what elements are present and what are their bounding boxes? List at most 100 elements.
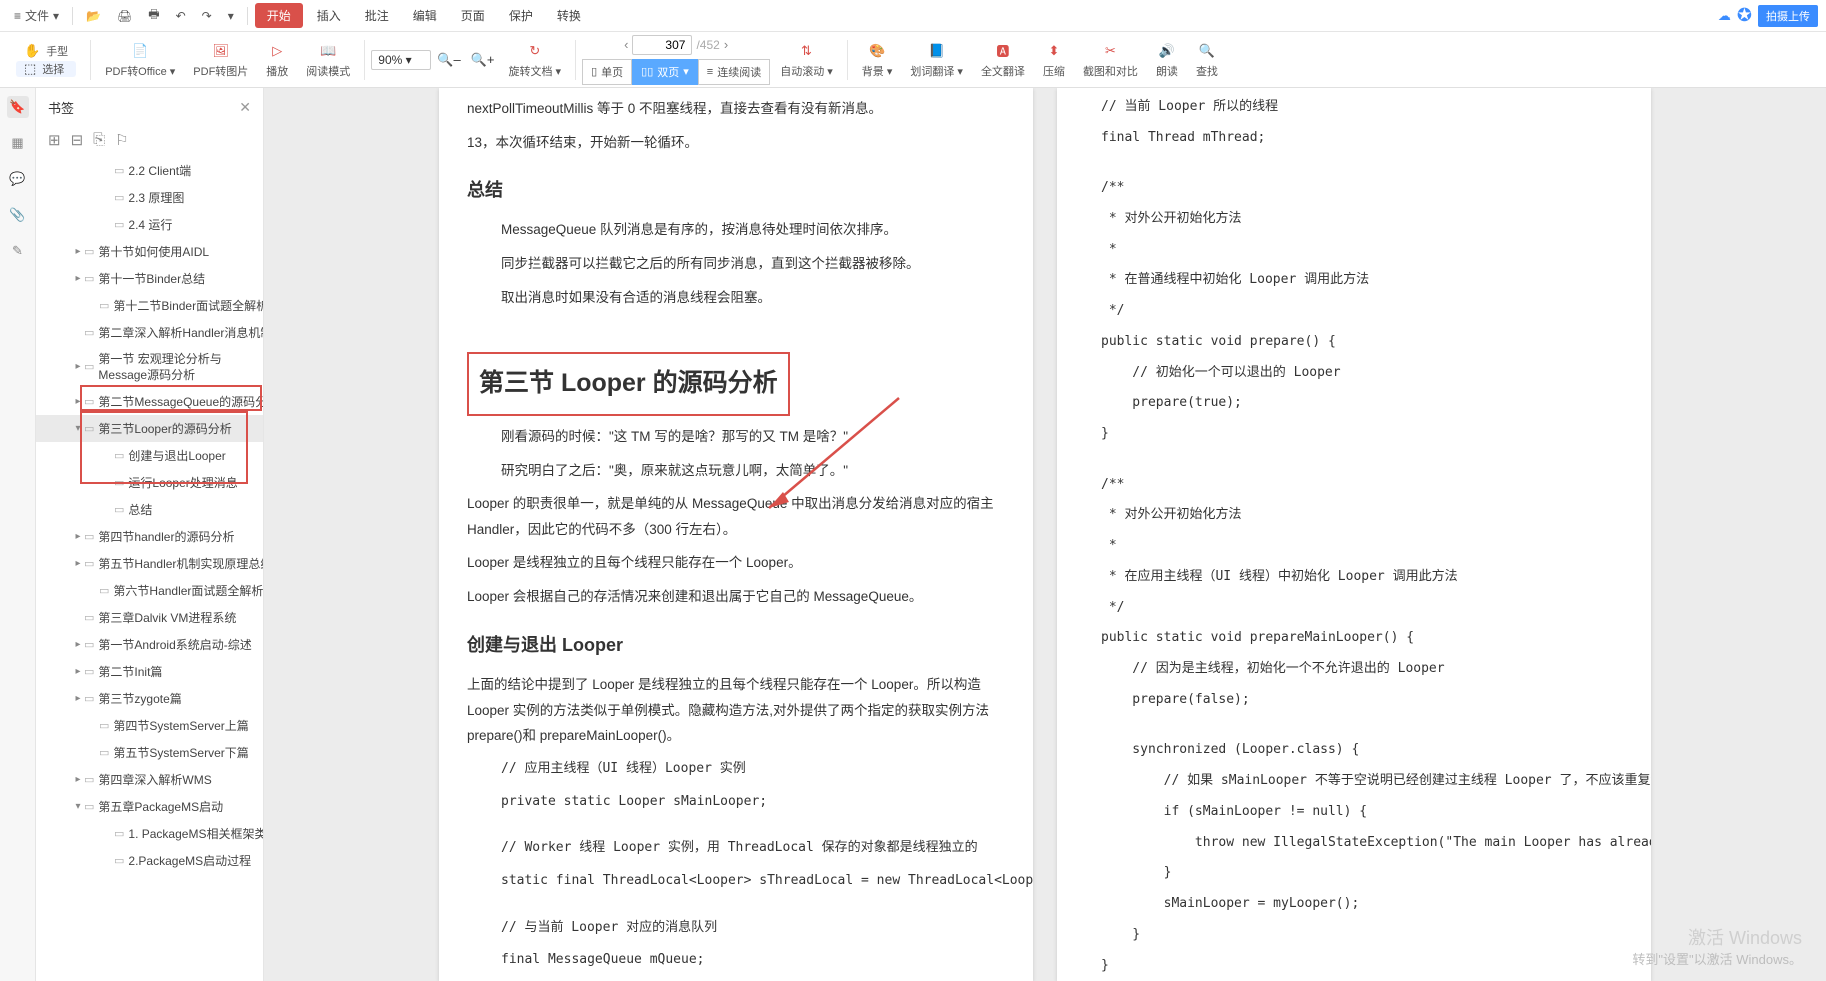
code-line: // 与当前 Looper 对应的消息队列 — [467, 916, 1005, 941]
autoscroll-button[interactable]: ⇅自动滚动 ▾ — [772, 41, 841, 79]
print-icon[interactable]: 🖶 — [142, 1, 165, 30]
view-double[interactable]: ▯▯ 双页 ▾ — [632, 59, 698, 85]
bookmark-item[interactable]: ▭第三章Dalvik VM进程系统 — [36, 604, 263, 631]
background-button[interactable]: 🎨背景 ▾ — [854, 41, 901, 79]
code-line: if (sMainLooper != null) { — [1085, 801, 1623, 824]
bookmark-item[interactable]: ▭创建与退出Looper — [36, 442, 263, 469]
cloud-icon[interactable]: ☁ — [1718, 8, 1731, 24]
translate-all[interactable]: 🅰全文翻译 — [973, 41, 1033, 79]
bookmark-item[interactable]: ▾▭第五章PackageMS启动 — [36, 793, 263, 820]
bookmark-item[interactable]: ▭第二章深入解析Handler消息机制 — [36, 319, 263, 346]
bookmark-item[interactable]: ▸▭第四章深入解析WMS — [36, 766, 263, 793]
code-line — [1085, 158, 1623, 170]
bookmark-item[interactable]: ▭1. PackageMS相关框架类 — [36, 820, 263, 847]
signature-rail-icon[interactable]: ✎ — [7, 240, 29, 262]
translate-selection[interactable]: 📘划词翻译 ▾ — [902, 41, 971, 79]
bookmark-item[interactable]: ▸▭第三节zygote篇 — [36, 685, 263, 712]
bookmark-item[interactable]: ▭2.2 Client端 — [36, 157, 263, 184]
body-text: Looper 是线程独立的且每个线程只能存在一个 Looper。 — [467, 550, 1005, 576]
tab-annotate[interactable]: 批注 — [355, 3, 399, 28]
heading-summary: 总结 — [467, 173, 1005, 207]
bookmark-item[interactable]: ▸▭第五节Handler机制实现原理总结 — [36, 550, 263, 577]
bookmark-item[interactable]: ▸▭第四节handler的源码分析 — [36, 523, 263, 550]
hamburger-menu[interactable]: ≡ 文件 ▾ — [8, 3, 65, 28]
code-line: prepare(false); — [1085, 689, 1623, 712]
prev-page-icon[interactable]: ‹ — [624, 37, 628, 52]
pdf-to-office[interactable]: 📄PDF转Office ▾ — [97, 41, 183, 79]
bookmark-item[interactable]: ▭2.3 原理图 — [36, 184, 263, 211]
body-text: 同步拦截器可以拦截它之后的所有同步消息，直到这个拦截器被移除。 — [467, 251, 1005, 277]
heading-create: 创建与退出 Looper — [467, 628, 1005, 662]
code-line: * — [1085, 535, 1623, 558]
expand-all-icon[interactable]: ⊞ — [48, 131, 61, 149]
bookmark-item[interactable]: ▸▭第二节Init篇 — [36, 658, 263, 685]
code-line: } — [1085, 955, 1623, 978]
crop-compare-button[interactable]: ✂截图和对比 — [1075, 41, 1146, 79]
view-continuous[interactable]: ≡ 连续阅读 — [698, 59, 770, 85]
bookmark-item[interactable]: ▭运行Looper处理消息 — [36, 469, 263, 496]
bookmark-item[interactable]: ▭2.PackageMS启动过程 — [36, 847, 263, 874]
code-line: * 在应用主线程（UI 线程）中初始化 Looper 调用此方法 — [1085, 566, 1623, 589]
bookmark-tools: ⊞ ⊟ ⎘ ⚐ — [36, 127, 263, 157]
view-single[interactable]: ▯ 单页 — [582, 59, 632, 85]
bookmark-title: 书签 — [48, 98, 74, 117]
document-viewport[interactable]: nextPollTimeoutMillis 等于 0 不阻塞线程，直接去查看有没… — [264, 88, 1826, 981]
tab-edit[interactable]: 编辑 — [403, 3, 447, 28]
bookmark-panel: 书签 ✕ ⊞ ⊟ ⎘ ⚐ ▭2.2 Client端▭2.3 原理图▭2.4 运行… — [36, 88, 264, 981]
read-aloud-button[interactable]: 🔊朗读 — [1148, 41, 1186, 79]
bookmark-item[interactable]: ▭第五节SystemServer下篇 — [36, 739, 263, 766]
code-line — [1085, 454, 1623, 466]
thumbnail-rail-icon[interactable]: ▦ — [7, 132, 29, 154]
bookmark-item[interactable]: ▭总结 — [36, 496, 263, 523]
undo-icon[interactable]: ↶ — [170, 5, 192, 27]
tab-start[interactable]: 开始 — [255, 3, 303, 28]
page-number-input[interactable] — [632, 35, 692, 55]
tab-insert[interactable]: 插入 — [307, 3, 351, 28]
page-total: /452 — [696, 38, 719, 52]
tab-page[interactable]: 页面 — [451, 3, 495, 28]
zoom-out-icon[interactable]: 🔍‒ — [433, 52, 464, 68]
left-rail: 🔖 ▦ 💬 📎 ✎ — [0, 88, 36, 981]
add-bookmark-icon[interactable]: ⎘ — [93, 131, 105, 149]
code-line: // 应用主线程（UI 线程）Looper 实例 — [467, 757, 1005, 782]
rotate-button[interactable]: ↻旋转文档 ▾ — [501, 41, 570, 79]
tab-convert[interactable]: 转换 — [547, 3, 591, 28]
hand-tool[interactable]: ✋手型 — [16, 43, 76, 59]
attachment-rail-icon[interactable]: 📎 — [7, 204, 29, 226]
zoom-in-icon[interactable]: 🔍+ — [467, 52, 499, 68]
bookmark-item[interactable]: ▾▭第三节Looper的源码分析 — [36, 415, 263, 442]
zoom-input[interactable]: 90% ▾ — [371, 50, 431, 70]
bookmark-item[interactable]: ▸▭第十一节Binder总结 — [36, 265, 263, 292]
bookmark-item[interactable]: ▭第十二节Binder面试题全解析 — [36, 292, 263, 319]
upload-button[interactable]: 拍摄上传 — [1758, 5, 1818, 27]
code-line: synchronized (Looper.class) { — [1085, 739, 1623, 762]
body-text: 13，本次循环结束，开始新一轮循环。 — [467, 130, 1005, 156]
bookmark-item[interactable]: ▭第四节SystemServer上篇 — [36, 712, 263, 739]
windows-watermark: 激活 Windows 转到"设置"以激活 Windows。 — [1632, 926, 1802, 969]
tab-protect[interactable]: 保护 — [499, 3, 543, 28]
compress-button[interactable]: ⬍压缩 — [1035, 41, 1073, 79]
open-icon[interactable]: 📂 — [80, 5, 107, 27]
bookmark-rail-icon[interactable]: 🔖 — [7, 96, 29, 118]
bookmark-item[interactable]: ▸▭第二节MessageQueue的源码分析 — [36, 388, 263, 415]
bookmark-item[interactable]: ▭第六节Handler面试题全解析 — [36, 577, 263, 604]
toolbar: ✋手型 ⬚选择 📄PDF转Office ▾ 🖼PDF转图片 ▷播放 📖阅读模式 … — [0, 32, 1826, 88]
read-mode[interactable]: 📖阅读模式 — [298, 41, 358, 79]
save-icon[interactable]: 🖨 — [111, 5, 138, 27]
bookmark-flag-icon[interactable]: ⚐ — [115, 131, 128, 149]
next-page-icon[interactable]: › — [724, 37, 728, 52]
code-line: prepare(true); — [1085, 392, 1623, 415]
redo-icon[interactable]: ↷ — [196, 5, 218, 27]
comment-rail-icon[interactable]: 💬 — [7, 168, 29, 190]
close-icon[interactable]: ✕ — [239, 99, 251, 116]
bookmark-item[interactable]: ▸▭第一节 宏观理论分析与Message源码分析 — [36, 346, 263, 388]
select-tool[interactable]: ⬚选择 — [16, 61, 76, 77]
bookmark-item[interactable]: ▭2.4 运行 — [36, 211, 263, 238]
find-button[interactable]: 🔍查找 — [1188, 41, 1226, 79]
dropdown-icon[interactable]: ▾ — [222, 5, 240, 27]
bookmark-item[interactable]: ▸▭第十节如何使用AIDL — [36, 238, 263, 265]
bookmark-item[interactable]: ▸▭第一节Android系统启动-综述 — [36, 631, 263, 658]
collapse-all-icon[interactable]: ⊟ — [71, 131, 84, 149]
pdf-to-image[interactable]: 🖼PDF转图片 — [185, 41, 256, 79]
play-button[interactable]: ▷播放 — [258, 41, 296, 79]
